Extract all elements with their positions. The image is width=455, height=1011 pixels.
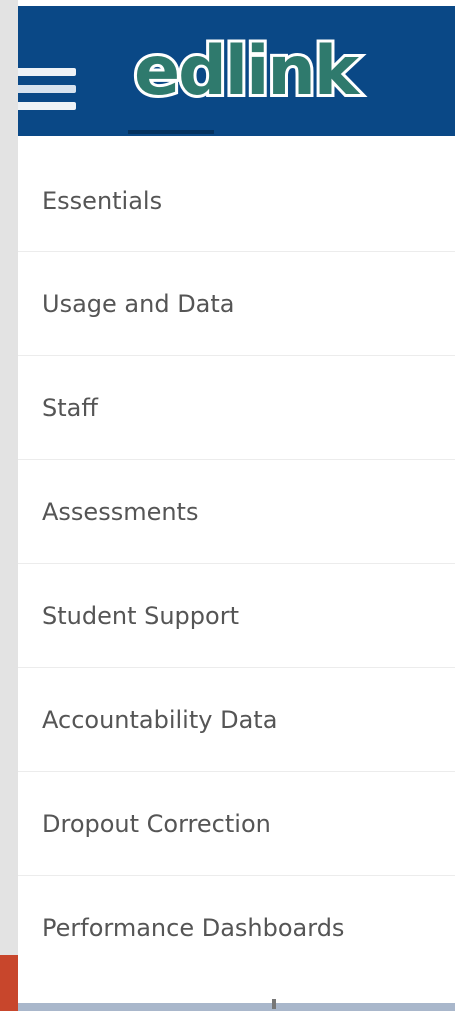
header-underline <box>128 130 214 134</box>
menu-item-student-support[interactable]: Student Support <box>18 564 455 668</box>
background-panel-edge <box>0 0 18 1011</box>
logo-wordmark: edlink <box>134 32 361 111</box>
menu-item-essentials[interactable]: Essentials <box>18 136 455 252</box>
footer-handle <box>272 999 276 1009</box>
edlink-logo[interactable]: edlink <box>128 28 386 114</box>
menu-item-usage-and-data[interactable]: Usage and Data <box>18 252 455 356</box>
menu-item-accountability-data[interactable]: Accountability Data <box>18 668 455 772</box>
hamburger-bar <box>18 102 76 110</box>
menu-item-assessments[interactable]: Assessments <box>18 460 455 564</box>
hamburger-bar <box>18 68 76 76</box>
menu-item-performance-dashboards[interactable]: Performance Dashboards <box>18 876 455 980</box>
menu-item-dropout-correction[interactable]: Dropout Correction <box>18 772 455 876</box>
background-accent <box>0 955 18 1011</box>
app-header: edlink <box>18 6 455 136</box>
hamburger-menu-icon[interactable] <box>18 46 84 131</box>
footer-bar <box>18 999 455 1011</box>
menu-item-staff[interactable]: Staff <box>18 356 455 460</box>
navigation-menu: Essentials Usage and Data Staff Assessme… <box>18 136 455 1003</box>
hamburger-bar <box>18 85 76 93</box>
